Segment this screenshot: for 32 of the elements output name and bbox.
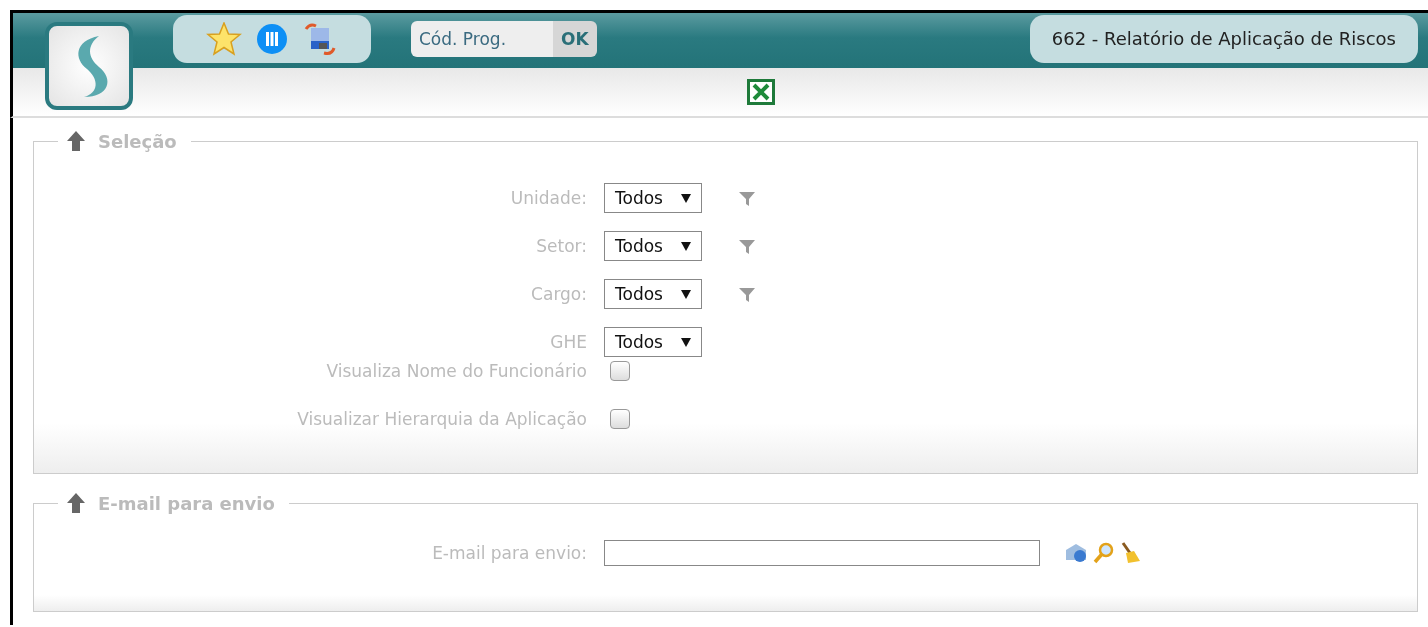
ok-button[interactable]: OK [553,20,597,57]
field-label: Visualizar Hierarquia da Aplicação [296,409,588,429]
filter-icon[interactable] [738,237,756,255]
field-label: Visualiza Nome do Funcionário [325,361,588,381]
field-label: E-mail para envio: [431,543,588,563]
field-label: GHE [549,332,588,352]
columns-icon[interactable] [256,22,288,55]
field-label: Setor: [535,236,588,256]
select-field[interactable]: Todos [604,231,702,261]
checkbox[interactable] [610,361,630,381]
page-title: 662 - Relatório de Aplicação de Riscos [1029,14,1418,63]
collapse-arrow-icon[interactable] [66,130,86,152]
collapse-arrow-icon[interactable] [66,492,86,514]
logo-icon[interactable] [45,22,133,110]
email-field[interactable] [604,540,1040,566]
caret-icon [681,193,691,203]
select-field[interactable]: Todos [604,327,702,357]
filter-icon[interactable] [738,285,756,303]
excel-icon[interactable] [745,78,776,106]
select-field[interactable]: Todos [604,183,702,213]
caret-icon [681,337,691,347]
caret-icon [681,289,691,299]
star-icon[interactable] [206,21,242,56]
filter-icon[interactable] [738,189,756,207]
field-label: Unidade: [509,188,588,208]
section-title: E-mail para envio [98,492,275,514]
section-title: Seleção [98,130,177,152]
caret-icon [681,241,691,251]
checkbox[interactable] [610,409,630,429]
field-label: Cargo: [530,284,588,304]
program-code-field[interactable]: Cód. Prog. [411,20,553,57]
select-field[interactable]: Todos [604,279,702,309]
